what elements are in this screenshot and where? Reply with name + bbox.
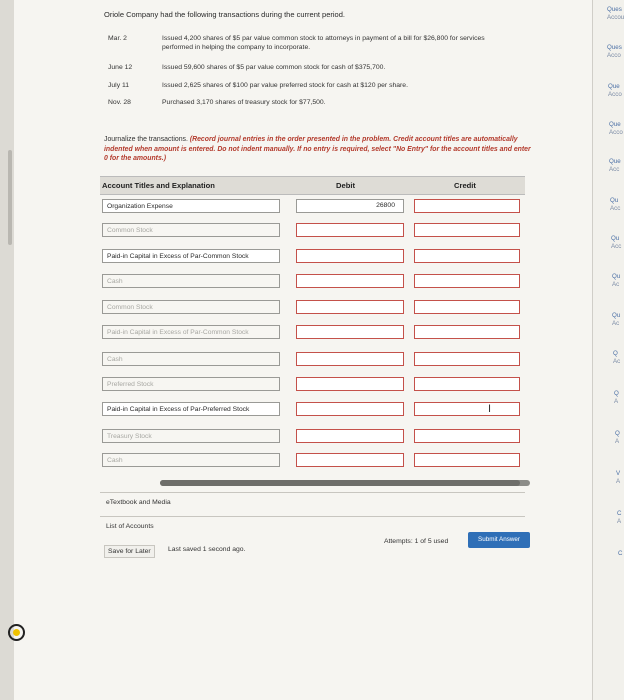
question-nav-item[interactable]: Ques Acco bbox=[607, 44, 624, 60]
credit-input[interactable] bbox=[414, 300, 520, 314]
credit-input[interactable] bbox=[414, 453, 520, 467]
credit-input[interactable] bbox=[414, 325, 520, 339]
transaction-text: Issued 59,600 shares of $5 par value com… bbox=[162, 64, 386, 71]
credit-input[interactable] bbox=[414, 377, 520, 391]
question-nav-item[interactable]: Que Acco bbox=[609, 121, 624, 137]
debit-input[interactable] bbox=[296, 402, 404, 416]
credit-input[interactable] bbox=[414, 429, 520, 443]
account-select[interactable]: Cash bbox=[102, 274, 280, 288]
journal-row: Cash bbox=[100, 349, 525, 370]
journal-row: Paid-in Capital in Excess of Par-Common … bbox=[100, 322, 525, 343]
question-nav-item[interactable]: VA bbox=[616, 470, 624, 486]
credit-input[interactable] bbox=[414, 352, 520, 366]
account-select[interactable]: Paid-in Capital in Excess of Par-Common … bbox=[102, 325, 280, 339]
transaction-date: Nov. 28 bbox=[108, 99, 131, 106]
account-select[interactable]: Paid-in Capital in Excess of Par-Common … bbox=[102, 249, 280, 263]
question-nav-item[interactable]: QA bbox=[614, 390, 624, 406]
debit-input[interactable] bbox=[296, 325, 404, 339]
transaction-date: Mar. 2 bbox=[108, 35, 127, 42]
list-of-accounts-link[interactable]: List of Accounts bbox=[100, 516, 525, 535]
credit-input[interactable] bbox=[414, 274, 520, 288]
debit-input[interactable] bbox=[296, 249, 404, 263]
debit-input[interactable] bbox=[296, 453, 404, 467]
journal-row: Preferred Stock bbox=[100, 374, 525, 395]
question-nav-item[interactable]: QA bbox=[615, 430, 624, 446]
journal-row: Cash bbox=[100, 271, 525, 292]
left-edge bbox=[0, 0, 14, 700]
transaction-date: July 11 bbox=[108, 82, 130, 89]
question-nav-item[interactable]: C bbox=[618, 550, 624, 558]
app-logo-icon bbox=[8, 624, 25, 641]
attempts-counter: Attempts: 1 of 5 used bbox=[384, 538, 449, 545]
question-nav-item[interactable]: Qu Acc bbox=[611, 235, 624, 251]
header-credit: Credit bbox=[454, 181, 476, 190]
question-nav-item[interactable]: Qu Acc bbox=[610, 197, 624, 213]
question-nav-item[interactable]: Qu Ac bbox=[612, 273, 624, 289]
account-select[interactable]: Preferred Stock bbox=[102, 377, 280, 391]
question-nav-item[interactable]: Ques Accou bbox=[607, 6, 624, 22]
account-select[interactable]: Paid-in Capital in Excess of Par-Preferr… bbox=[102, 402, 280, 416]
debit-input[interactable] bbox=[296, 274, 404, 288]
credit-input[interactable] bbox=[414, 402, 520, 416]
question-nav-item[interactable]: Qu Ac bbox=[612, 312, 624, 328]
journal-row: Paid-in Capital in Excess of Par-Preferr… bbox=[100, 399, 525, 420]
credit-input[interactable] bbox=[414, 199, 520, 213]
debit-input[interactable] bbox=[296, 300, 404, 314]
credit-input[interactable] bbox=[414, 223, 520, 237]
header-account: Account Titles and Explanation bbox=[102, 181, 215, 190]
credit-input[interactable] bbox=[414, 249, 520, 263]
window-drag-handle[interactable] bbox=[8, 150, 12, 245]
journal-row: Common Stock bbox=[100, 220, 525, 241]
transaction-text: Issued 2,625 shares of $100 par value pr… bbox=[162, 82, 408, 89]
header-debit: Debit bbox=[336, 181, 355, 190]
debit-input[interactable] bbox=[296, 429, 404, 443]
transaction-row: June 12 Issued 59,600 shares of $5 par v… bbox=[108, 63, 528, 72]
transaction-text: Purchased 3,170 shares of treasury stock… bbox=[162, 99, 326, 106]
debit-input[interactable]: 26800 bbox=[296, 199, 404, 213]
instruction-lead: Journalize the transactions. bbox=[104, 136, 188, 143]
account-select[interactable]: Cash bbox=[102, 352, 280, 366]
debit-input[interactable] bbox=[296, 352, 404, 366]
journal-row: Organization Expense 26800 bbox=[100, 196, 525, 217]
horizontal-scrollbar[interactable] bbox=[160, 480, 530, 486]
transaction-row: July 11 Issued 2,625 shares of $100 par … bbox=[108, 81, 528, 90]
account-select[interactable]: Common Stock bbox=[102, 223, 280, 237]
journal-row: Common Stock bbox=[100, 297, 525, 318]
account-select[interactable]: Treasury Stock bbox=[102, 429, 280, 443]
journal-row: Paid-in Capital in Excess of Par-Common … bbox=[100, 246, 525, 267]
transaction-text: Issued 4,200 shares of $5 par value comm… bbox=[162, 35, 485, 51]
question-nav-item[interactable]: CA bbox=[617, 510, 624, 526]
question-nav-panel: Ques Accou Ques Acco Que Acco Que Acco Que Ac… bbox=[592, 0, 624, 700]
account-select[interactable]: Common Stock bbox=[102, 300, 280, 314]
last-saved-status: Last saved 1 second ago. bbox=[168, 546, 246, 553]
transaction-row: Mar. 2 Issued 4,200 shares of $5 par val… bbox=[108, 34, 528, 52]
debit-input[interactable] bbox=[296, 223, 404, 237]
account-select[interactable]: Cash bbox=[102, 453, 280, 467]
text-cursor-icon: I bbox=[488, 403, 492, 415]
journal-header: Account Titles and Explanation Debit Cre… bbox=[100, 176, 525, 195]
problem-title: Oriole Company had the following transac… bbox=[104, 10, 345, 19]
transaction-date: June 12 bbox=[108, 64, 133, 71]
submit-answer-button[interactable]: Submit Answer bbox=[468, 532, 530, 548]
etextbook-link[interactable]: eTextbook and Media bbox=[100, 492, 525, 511]
question-nav-item[interactable]: Que Acco bbox=[608, 83, 624, 99]
debit-input[interactable] bbox=[296, 377, 404, 391]
journal-row: Treasury Stock bbox=[100, 426, 525, 447]
scrollbar-thumb[interactable] bbox=[160, 480, 520, 486]
save-for-later-button[interactable]: Save for Later bbox=[104, 545, 155, 558]
account-select[interactable]: Organization Expense bbox=[102, 199, 280, 213]
instructions: Journalize the transactions. (Record jou… bbox=[104, 135, 534, 164]
question-nav-item[interactable]: Que Acc bbox=[609, 158, 624, 174]
transaction-row: Nov. 28 Purchased 3,170 shares of treasu… bbox=[108, 98, 528, 107]
journal-row: Cash bbox=[100, 450, 525, 471]
question-nav-item[interactable]: Q Ac bbox=[613, 350, 624, 366]
